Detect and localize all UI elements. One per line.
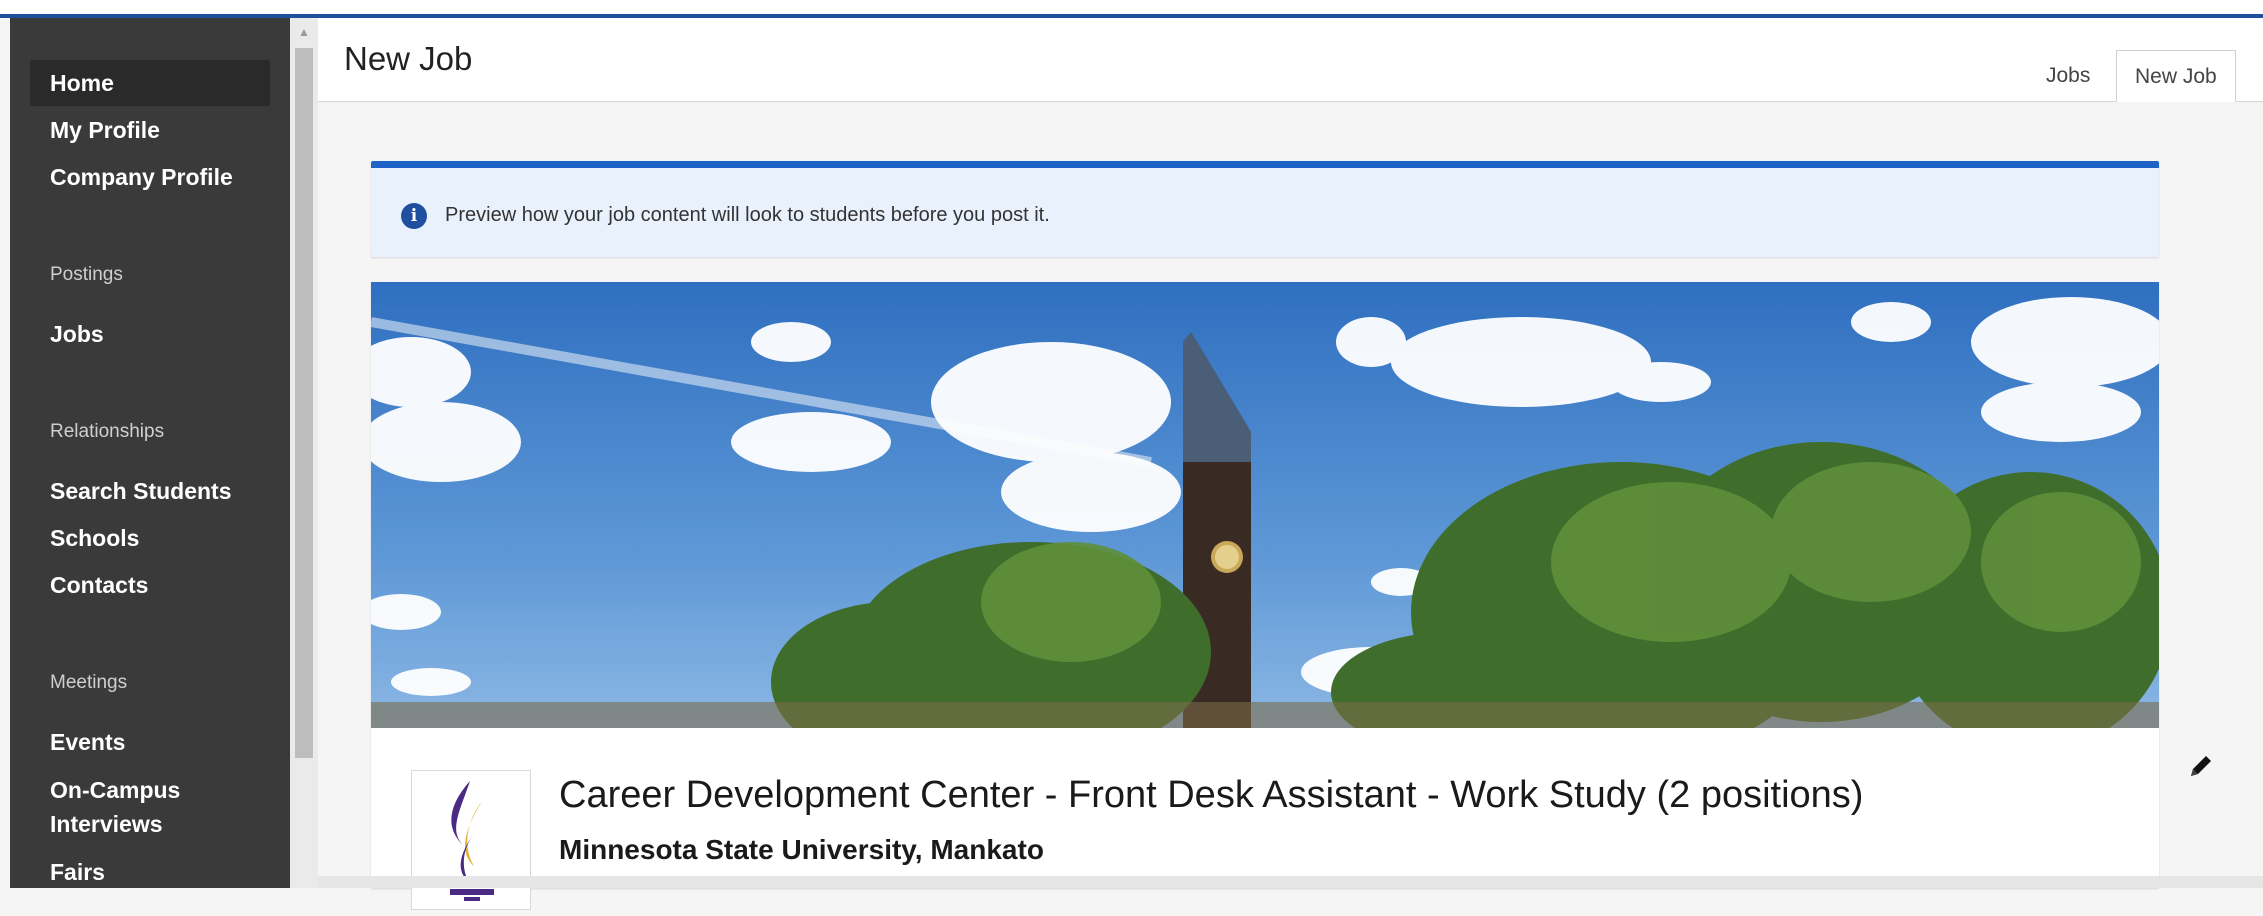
sidebar-item-fairs[interactable]: Fairs	[30, 849, 270, 895]
page-title: New Job	[344, 40, 473, 77]
info-alert: i Preview how your job content will look…	[371, 161, 2159, 257]
job-banner-image	[371, 282, 2159, 728]
info-message: Preview how your job content will look t…	[445, 204, 1050, 226]
sidebar-heading-postings: Postings	[50, 264, 123, 285]
banner-photo	[371, 282, 2159, 728]
msu-flame-logo	[450, 781, 494, 901]
tab-new-job[interactable]: New Job	[2116, 50, 2236, 102]
tab-jobs[interactable]: Jobs	[2028, 50, 2108, 102]
sidebar-item-events[interactable]: Events	[30, 719, 270, 765]
sidebar-item-home[interactable]: Home	[30, 60, 270, 106]
sidebar-item-search-students[interactable]: Search Students	[30, 468, 270, 514]
employer-logo	[411, 770, 531, 910]
pencil-icon[interactable]	[2185, 750, 2217, 782]
sidebar: Home My Profile Company Profile Postings…	[10, 18, 290, 888]
scrollbar-thumb[interactable]	[295, 48, 313, 758]
bottom-edge	[318, 876, 2263, 888]
job-preview-card: Career Development Center - Front Desk A…	[371, 282, 2159, 910]
sidebar-heading-meetings: Meetings	[50, 672, 128, 693]
sidebar-item-schools[interactable]: Schools	[30, 515, 270, 561]
employer-name[interactable]: Minnesota State University, Mankato	[559, 834, 1044, 866]
top-strip	[0, 0, 2263, 14]
info-icon: i	[401, 203, 427, 229]
sidebar-item-jobs[interactable]: Jobs	[30, 311, 270, 357]
scroll-up-arrow-icon[interactable]: ▲	[290, 22, 318, 42]
sidebar-item-contacts[interactable]: Contacts	[30, 562, 270, 608]
sidebar-item-my-profile[interactable]: My Profile	[30, 107, 270, 153]
job-title: Career Development Center - Front Desk A…	[559, 774, 1864, 816]
page-header: New Job Jobs New Job	[318, 18, 2263, 102]
sidebar-scrollbar[interactable]: ▲	[290, 18, 318, 888]
sidebar-item-company-profile[interactable]: Company Profile	[30, 154, 270, 200]
sidebar-item-on-campus-interviews[interactable]: On-Campus Interviews	[30, 769, 200, 841]
sidebar-heading-relationships: Relationships	[50, 421, 165, 442]
